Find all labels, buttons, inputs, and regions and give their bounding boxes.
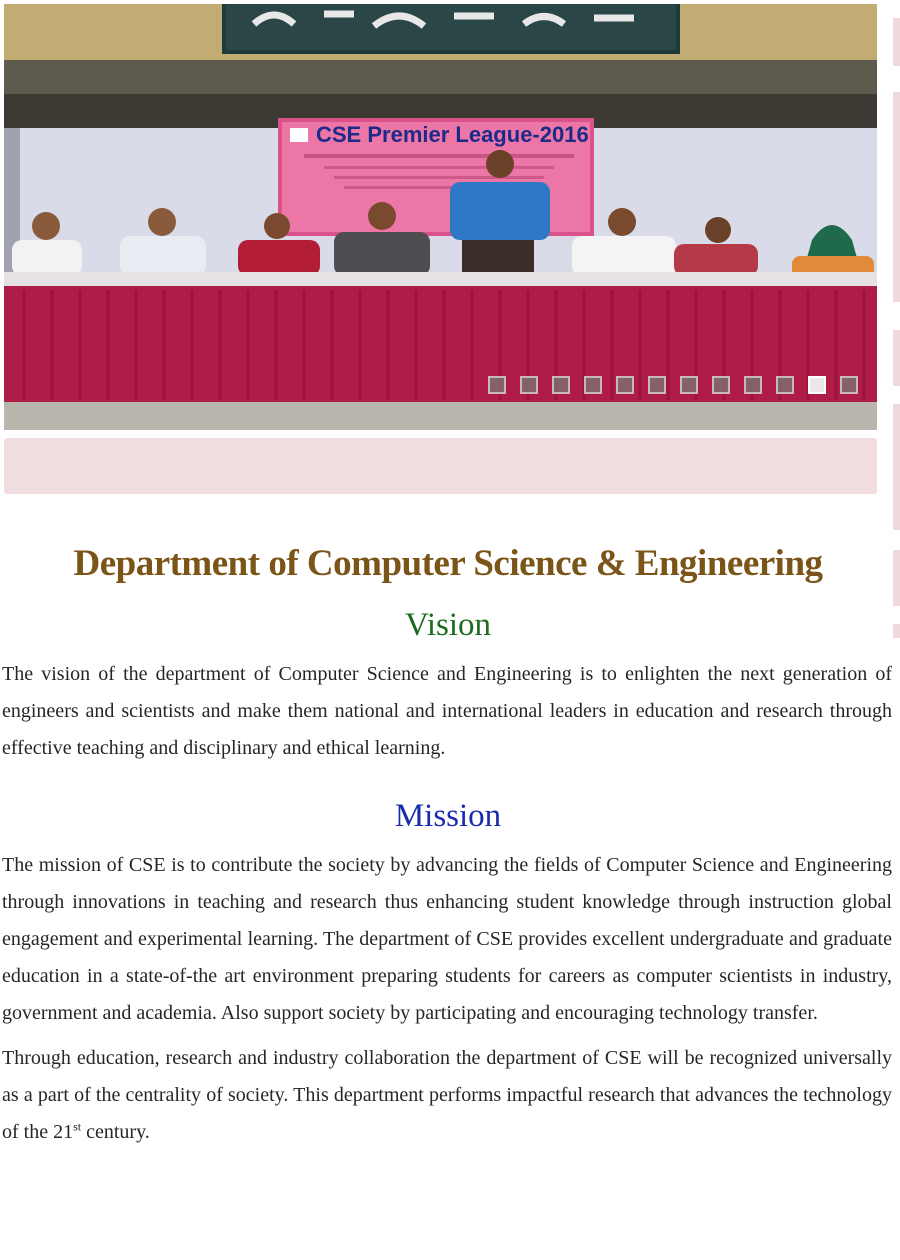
slider-dot[interactable] <box>584 376 602 394</box>
slider-dot[interactable] <box>520 376 538 394</box>
side-column-edge <box>893 330 900 386</box>
slider-dot[interactable] <box>776 376 794 394</box>
image-slider[interactable]: CSE Premier League-2016 <box>4 4 877 430</box>
side-column-edge <box>893 18 900 66</box>
slider-dot[interactable] <box>712 376 730 394</box>
side-column-edge <box>893 92 900 302</box>
mission-text-2: Through education, research and industry… <box>0 1040 896 1151</box>
department-content: Department of Computer Science & Enginee… <box>0 530 896 1151</box>
side-column-edge <box>893 404 900 530</box>
slider-dot[interactable] <box>744 376 762 394</box>
slider-dot[interactable] <box>552 376 570 394</box>
mission-text-2-end: century. <box>81 1120 150 1143</box>
banner-title: CSE Premier League-2016 <box>316 122 589 147</box>
slider-dot[interactable] <box>680 376 698 394</box>
mission-text-1: The mission of CSE is to contribute the … <box>2 853 892 1024</box>
slider-dot[interactable] <box>488 376 506 394</box>
slider-caption-bar <box>4 438 877 494</box>
mission-heading: Mission <box>394 797 502 834</box>
ordinal-suffix: st <box>73 1118 82 1133</box>
vision-text: The vision of the department of Computer… <box>2 662 892 759</box>
department-title: Department of Computer Science & Enginee… <box>73 543 823 584</box>
slider-dot[interactable] <box>616 376 634 394</box>
slider-pagination <box>488 376 858 398</box>
slider-dot[interactable] <box>840 376 858 394</box>
vision-heading: Vision <box>404 607 492 644</box>
slide-photo: CSE Premier League-2016 <box>4 4 877 430</box>
slider-dot[interactable] <box>808 376 826 394</box>
slider-dot[interactable] <box>648 376 666 394</box>
